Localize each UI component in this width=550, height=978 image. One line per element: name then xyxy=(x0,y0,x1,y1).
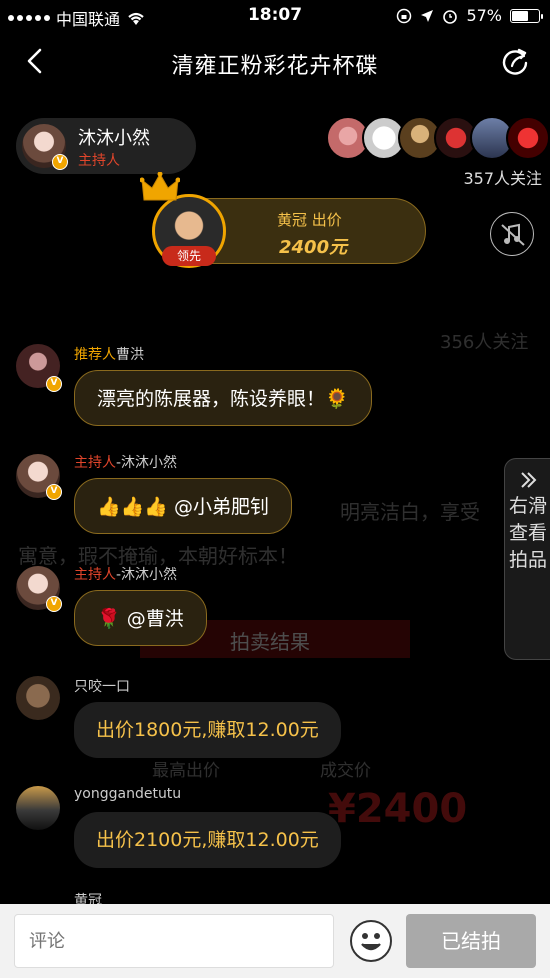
host-name: 沐沐小然 xyxy=(78,128,150,149)
message-sender-name: -沐沐小然 xyxy=(116,567,178,583)
view-lots-tab[interactable]: 右滑查看拍品 xyxy=(504,458,550,660)
verified-badge-icon: V xyxy=(52,154,68,170)
crown-icon xyxy=(140,172,180,201)
message-sender: 推荐人曹洪 xyxy=(74,344,144,364)
message-sender: 主持人-沐沐小然 xyxy=(74,564,177,584)
message-sender-name: 曹洪 xyxy=(116,347,144,363)
message-sender: 只咬一口 xyxy=(74,679,130,695)
bid-label: 黄冠 出价 xyxy=(277,211,342,229)
follower-avatars[interactable] xyxy=(326,116,550,160)
smiley-icon xyxy=(361,933,381,951)
status-bar: 中国联通 18:07 57% xyxy=(0,0,550,32)
comment-input[interactable] xyxy=(14,914,334,968)
follower-count: 357人关注 xyxy=(463,169,542,188)
bottom-bar: 已结拍 xyxy=(0,904,550,978)
location-icon xyxy=(421,9,434,22)
bg-result-banner-label: 拍卖结果 xyxy=(230,630,310,654)
verified-badge-icon: V xyxy=(46,376,62,392)
bg-quote-line-1: 明亮洁白，享受 xyxy=(340,500,480,524)
leading-tag: 领先 xyxy=(162,246,216,266)
follower-avatar xyxy=(506,116,550,160)
mute-button[interactable] xyxy=(490,212,534,256)
bg-follow-count: 356人关注 xyxy=(440,332,529,353)
battery-percent: 57% xyxy=(466,6,502,25)
bg-deal-label: 成交价 xyxy=(320,761,371,781)
auction-ended-button[interactable]: 已结拍 xyxy=(406,914,536,968)
message-avatar[interactable] xyxy=(16,676,60,720)
message-role: 主持人 xyxy=(74,455,116,471)
battery-icon xyxy=(510,8,543,23)
bg-deal-price: ¥2400 xyxy=(328,786,468,832)
message-bubble: 👍👍👍 @小弟肥钊 xyxy=(74,478,293,534)
emoji-button[interactable] xyxy=(350,920,392,962)
lock-rotation-icon xyxy=(397,8,412,23)
music-off-icon xyxy=(501,223,525,246)
view-lots-label: 右滑查看拍品 xyxy=(508,495,547,571)
message-role: 主持人 xyxy=(74,567,116,583)
host-card[interactable]: V 沐沐小然 主持人 xyxy=(16,118,196,174)
alarm-icon xyxy=(443,9,458,24)
message-bubble: 出价2100元,赚取12.00元 xyxy=(74,812,341,868)
host-role: 主持人 xyxy=(78,153,120,169)
share-icon[interactable] xyxy=(500,46,532,78)
bg-highest-label: 最高出价 xyxy=(152,761,220,781)
verified-badge-icon: V xyxy=(46,484,62,500)
bid-amount: 2400元 xyxy=(279,237,348,258)
message-avatar[interactable] xyxy=(16,786,60,830)
double-chevron-right-icon xyxy=(521,472,537,488)
message-bubble: 🌹 @曹洪 xyxy=(74,590,207,646)
message-bubble: 漂亮的陈展器，陈设养眼！🌻 xyxy=(74,370,372,426)
message-role: 推荐人 xyxy=(74,347,116,363)
page-title: 清雍正粉彩花卉杯碟 xyxy=(171,54,379,79)
message-sender-name: -沐沐小然 xyxy=(116,455,178,471)
message-sender: yonggandetutu xyxy=(74,786,182,802)
message-sender: 主持人-沐沐小然 xyxy=(74,452,177,472)
message-bubble: 出价1800元,赚取12.00元 xyxy=(74,702,341,758)
nav-bar: 清雍正粉彩花卉杯碟 xyxy=(0,38,550,88)
verified-badge-icon: V xyxy=(46,596,62,612)
